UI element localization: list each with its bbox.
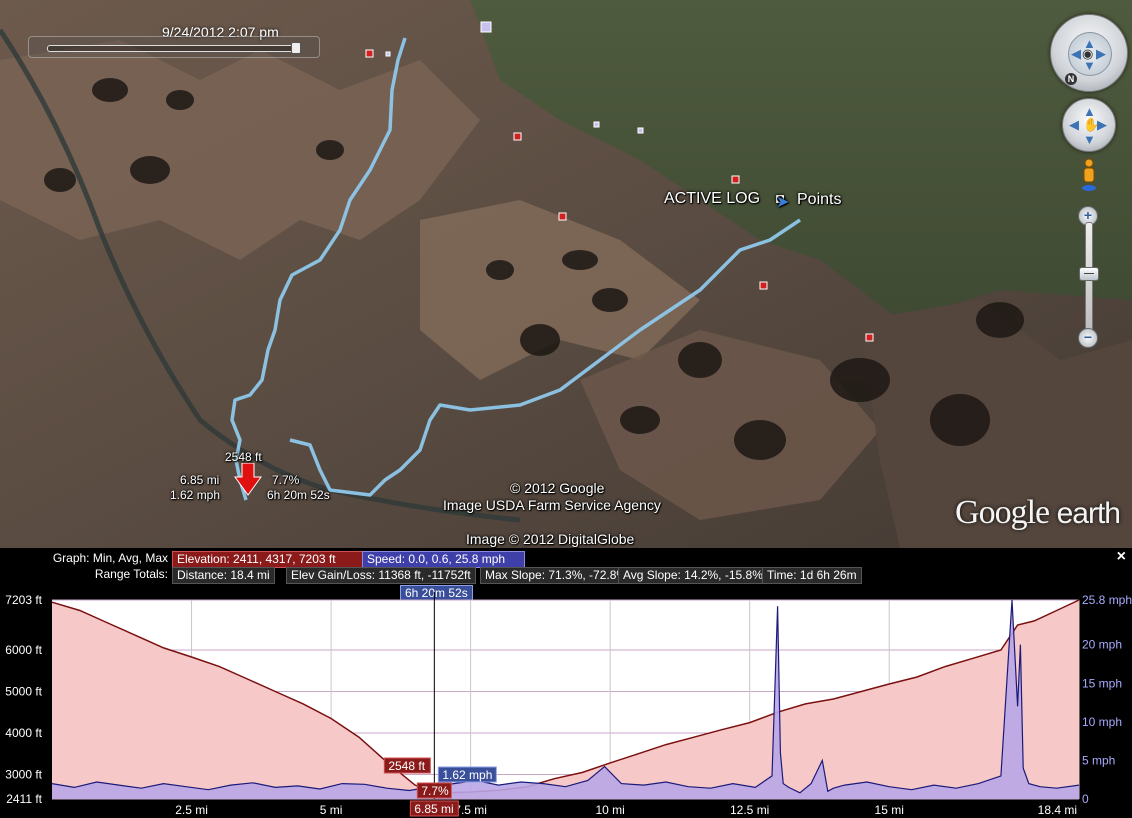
graph-stats-row: Graph: Min, Avg, Max Elevation: 2411, 43… <box>0 551 1132 568</box>
y-left-tick-label: 4000 ft <box>5 726 42 740</box>
cursor-speed-label: 1.62 mph <box>170 488 221 502</box>
graph-label: Graph: Min, Avg, Max <box>52 551 168 565</box>
cursor-slope-tag: 7.7% <box>421 784 449 798</box>
active-log-label[interactable]: ACTIVE LOG <box>664 190 760 208</box>
y-left-tick-label: 6000 ft <box>5 643 42 657</box>
y-right-tick-label: 15 mph <box>1082 676 1122 690</box>
speed-stat-chip[interactable]: Speed: 0.0, 0.6, 25.8 mph <box>362 551 525 568</box>
x-axis-labels: 2.5 mi 5 mi 7.5 mi 10 mi 12.5 mi 15 mi 18.4 mi <box>175 803 1077 817</box>
y-left-tick-label: 3000 ft <box>5 768 42 782</box>
y-right-tick-label: 20 mph <box>1082 638 1122 652</box>
pan-down-arrow-icon[interactable]: ▼ <box>1083 133 1096 146</box>
time-slider-track[interactable] <box>47 45 297 52</box>
cursor-slope-label: 7.7% <box>272 473 300 487</box>
cursor-position-arrow-icon <box>234 463 262 496</box>
cursor-elevation-label: 2548 ft <box>225 450 262 464</box>
y-right-tick-label: 5 mph <box>1082 753 1115 767</box>
y-axis-left-labels: 7203 ft 6000 ft 5000 ft 4000 ft 3000 ft 2411 … <box>5 593 42 806</box>
cursor-distance-label: 6.85 mi <box>180 473 220 487</box>
zoom-out-button[interactable]: − <box>1078 328 1098 348</box>
close-panel-button[interactable]: × <box>1117 548 1126 566</box>
cursor-time-label: 6h 20m 52s <box>267 488 330 502</box>
y-left-tick-label: 2411 ft <box>6 792 42 806</box>
credit-google: © 2012 Google <box>510 480 605 496</box>
time-slider-handle[interactable] <box>291 42 301 54</box>
credit-usda: Image USDA Farm Service Agency <box>443 497 661 513</box>
x-tick-label: 18.4 mi <box>1038 803 1077 817</box>
y-axis-right-labels: 25.8 mph 20 mph 15 mph 10 mph 5 mph 0 <box>1082 593 1132 806</box>
cursor-speed-tag: 1.62 mph <box>442 768 492 782</box>
elevation-speed-chart[interactable]: 7203 ft 6000 ft 5000 ft 4000 ft 3000 ft 2411 … <box>0 582 1132 818</box>
time-slider[interactable] <box>28 36 320 58</box>
street-view-pegman-icon[interactable] <box>1080 158 1098 192</box>
x-tick-label: 7.5 mi <box>454 803 487 817</box>
y-right-tick-label: 0 <box>1082 792 1089 806</box>
pan-left-arrow-icon[interactable]: ◀ <box>1069 118 1079 131</box>
range-totals-label: Range Totals: <box>94 567 168 581</box>
x-tick-label: 2.5 mi <box>175 803 208 817</box>
look-left-arrow-icon[interactable]: ◀ <box>1071 47 1081 60</box>
pan-control[interactable]: ▲ ▼ ◀ ▶ ✋ <box>1062 98 1116 152</box>
x-tick-label: 12.5 mi <box>730 803 769 817</box>
pointer-icon: ➤ <box>776 194 790 211</box>
x-tick-label: 15 mi <box>875 803 904 817</box>
range-totals-row: Range Totals: Distance: 18.4 mi Elev Gai… <box>0 567 1132 584</box>
cursor-distance-tag: 6.85 mi <box>414 802 453 816</box>
terrain-imagery <box>0 0 1132 548</box>
zoom-slider-handle[interactable] <box>1079 267 1099 281</box>
y-left-tick-label: 5000 ft <box>5 684 42 698</box>
compass-north-icon[interactable]: N <box>1065 73 1077 85</box>
y-right-tick-label: 10 mph <box>1082 715 1122 729</box>
y-right-tick-label: 25.8 mph <box>1082 593 1132 607</box>
points-label[interactable]: Points <box>797 191 841 209</box>
credit-digitalglobe: Image © 2012 DigitalGlobe <box>466 531 635 547</box>
eye-icon: ◉ <box>1082 46 1094 61</box>
x-tick-label: 10 mi <box>595 803 624 817</box>
elevation-stat-chip[interactable]: Elevation: 2411, 4317, 7203 ft <box>172 551 364 568</box>
look-control[interactable]: ▲ ▼ ◀ ▶ ◉ N <box>1050 14 1128 92</box>
map-view[interactable]: 9/24/2012 2:07 pm ACTIVE LOG ◘ ➤ Points … <box>0 0 1132 548</box>
y-left-tick-label: 7203 ft <box>5 593 42 607</box>
cursor-elevation-tag: 2548 ft <box>388 759 425 773</box>
google-earth-logo: Google earth <box>955 494 1121 531</box>
x-tick-label: 5 mi <box>320 803 343 817</box>
look-right-arrow-icon[interactable]: ▶ <box>1096 47 1106 60</box>
hand-icon: ✋ <box>1083 117 1100 132</box>
